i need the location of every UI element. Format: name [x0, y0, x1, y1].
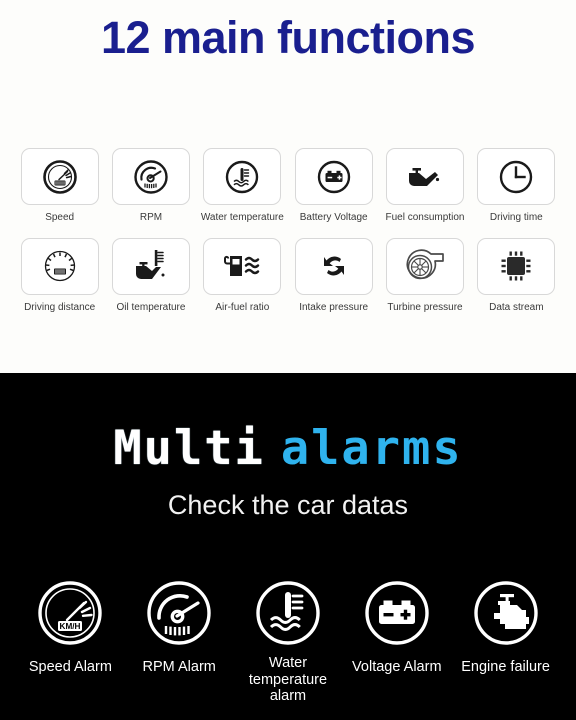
alarms-heading: Multi alarms	[0, 373, 576, 472]
speed-alarm-unit-text: KM/H	[60, 622, 81, 631]
water-temp-alarm-icon	[256, 581, 320, 645]
rpm-alarm-icon	[147, 581, 211, 645]
functions-section: 12 main functions Speed RPM Water temper…	[0, 0, 576, 373]
function-item-rpm[interactable]: RPM	[105, 148, 196, 224]
promo-page: 12 main functions Speed RPM Water temper…	[0, 0, 576, 720]
function-item-driving-distance[interactable]: Driving distance	[14, 237, 105, 314]
chip-icon	[501, 251, 531, 281]
function-label: Speed	[45, 212, 75, 223]
function-label: Driving distance	[24, 301, 96, 313]
function-item-air-fuel-ratio[interactable]: Air-fuel ratio	[197, 237, 288, 314]
function-icon-card	[385, 148, 464, 205]
alarm-label: Voltage Alarm	[352, 659, 442, 675]
function-icon-card	[203, 237, 282, 295]
function-label: Battery Voltage	[299, 212, 368, 223]
speedometer-icon	[42, 159, 77, 194]
alarms-grid: KM/H Speed Alarm RPM Alarm Water tempera…	[16, 573, 560, 705]
alarm-item-water-temperature[interactable]: Water temperature alarm	[234, 573, 343, 705]
alarm-label: Engine failure	[461, 659, 550, 675]
function-item-turbine-pressure[interactable]: Turbine pressure	[379, 237, 470, 314]
alarm-label: Speed Alarm	[28, 659, 112, 675]
alarm-label: RPM Alarm	[142, 659, 216, 675]
engine-failure-icon	[473, 581, 538, 645]
function-icon-card	[20, 237, 99, 295]
function-item-oil-temperature[interactable]: Oil temperature	[105, 237, 196, 314]
function-icon-card	[111, 148, 190, 205]
clock-icon	[500, 160, 533, 193]
alarm-item-rpm[interactable]: RPM Alarm	[125, 573, 234, 705]
function-icon-card	[203, 148, 282, 205]
oil-can-icon	[408, 167, 440, 186]
function-icon-card	[477, 148, 556, 205]
alarm-label: Water temperature alarm	[234, 655, 343, 705]
alarm-label-line1: Water	[268, 655, 308, 671]
function-label: Oil temperature	[116, 301, 186, 313]
alarms-section: Multi alarms Check the car datas KM/H Spe…	[0, 373, 576, 720]
function-label: RPM	[139, 212, 163, 223]
functions-grid: Speed RPM Water temperature Battery Volt…	[14, 148, 562, 313]
alarm-icon-wrap	[357, 573, 437, 653]
voltage-alarm-icon	[365, 581, 429, 645]
function-item-battery-voltage[interactable]: Battery Voltage	[288, 148, 379, 224]
turbocharger-icon	[406, 249, 444, 280]
function-label: Fuel consumption	[385, 212, 465, 223]
alarms-heading-word-alarms: alarms	[280, 421, 463, 476]
oil-temp-icon	[135, 250, 165, 279]
tachometer-icon	[134, 159, 168, 194]
alarms-subtitle: Check the car datas	[167, 490, 409, 520]
function-item-fuel-consumption[interactable]: Fuel consumption	[379, 148, 470, 224]
function-label: Intake pressure	[299, 301, 369, 313]
function-item-intake-pressure[interactable]: Intake pressure	[288, 237, 379, 314]
function-icon-card	[20, 148, 99, 205]
fuel-pump-waves-icon	[224, 255, 260, 276]
alarms-heading-word-multi: Multi	[113, 421, 265, 476]
function-item-driving-time[interactable]: Driving time	[471, 148, 562, 224]
function-item-speed[interactable]: Speed	[14, 148, 105, 224]
function-item-water-temperature[interactable]: Water temperature	[197, 148, 288, 224]
page-title: 12 main functions	[100, 12, 476, 63]
alarm-item-speed[interactable]: KM/H Speed Alarm	[16, 573, 125, 705]
alarm-item-engine-failure[interactable]: Engine failure	[451, 573, 560, 705]
function-item-data-stream[interactable]: Data stream	[471, 237, 562, 314]
function-label: Water temperature	[200, 212, 284, 223]
function-icon-card	[294, 148, 373, 205]
alarm-icon-wrap	[248, 573, 328, 653]
alarm-icon-wrap: KM/H	[30, 573, 110, 653]
battery-icon	[317, 160, 350, 193]
odometer-icon	[44, 250, 75, 282]
coolant-temp-icon	[226, 160, 259, 193]
speed-alarm-icon: KM/H	[38, 581, 103, 645]
alarm-icon-wrap	[139, 573, 219, 653]
alarm-item-voltage[interactable]: Voltage Alarm	[342, 573, 451, 705]
alarm-label-line2: temperature alarm	[248, 671, 328, 705]
function-label: Driving time	[489, 212, 543, 223]
function-label: Turbine pressure	[387, 301, 463, 313]
function-icon-card	[294, 237, 373, 295]
function-icon-card	[111, 237, 190, 295]
function-label: Air-fuel ratio	[215, 301, 270, 313]
function-icon-card	[477, 237, 556, 295]
function-label: Data stream	[489, 301, 544, 313]
recycle-arrows-icon	[323, 256, 344, 276]
alarm-icon-wrap	[466, 573, 546, 653]
function-icon-card	[385, 237, 464, 295]
